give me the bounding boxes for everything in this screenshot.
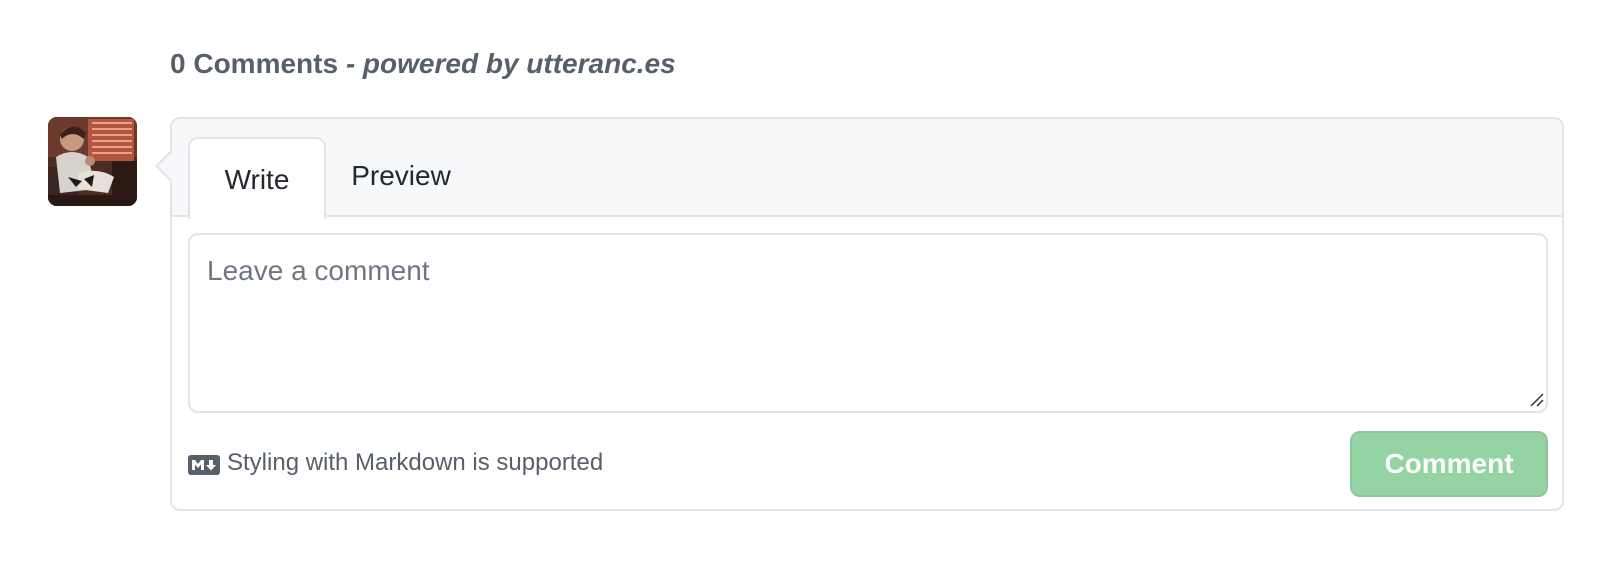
comment-count: 0 Comments (170, 48, 339, 79)
tab-preview[interactable]: Preview (334, 137, 468, 219)
comment-textarea[interactable] (188, 233, 1548, 413)
comments-header: 0 Comments - powered by utteranc.es (170, 44, 676, 84)
comment-button[interactable]: Comment (1350, 431, 1548, 497)
markdown-icon (188, 453, 220, 475)
comment-footer: Styling with Markdown is supported Comme… (188, 431, 1548, 497)
powered-by-label: - powered by utteranc.es (345, 48, 676, 79)
resize-handle-icon[interactable] (1530, 393, 1544, 407)
editor-tabs: Write Preview (172, 119, 1562, 219)
tab-write[interactable]: Write (188, 137, 326, 219)
user-avatar[interactable] (48, 117, 137, 206)
markdown-hint[interactable]: Styling with Markdown is supported (188, 448, 603, 478)
new-comment-form: Write Preview Styling with Markdown is s… (155, 117, 1564, 511)
markdown-hint-label: Styling with Markdown is supported (227, 449, 604, 476)
